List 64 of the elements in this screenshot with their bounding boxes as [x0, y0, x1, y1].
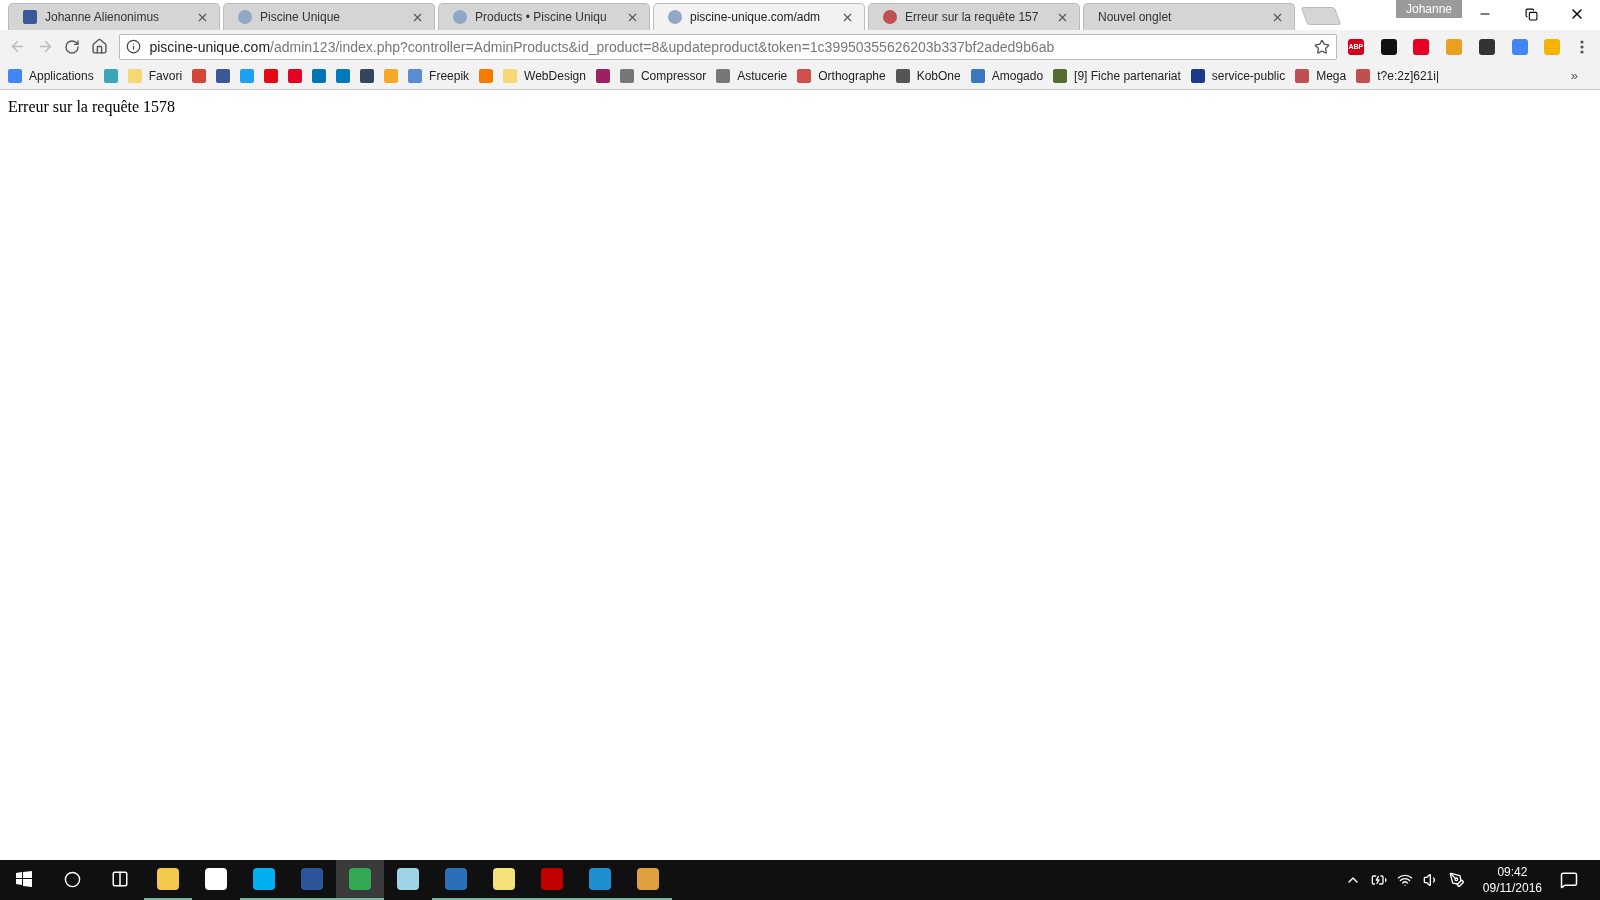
- bookmark[interactable]: [9] Fiche partenariat: [1053, 69, 1181, 83]
- tab-title: Erreur sur la requête 157: [905, 10, 1040, 24]
- tab-title: Johanne Alienonimus: [45, 10, 161, 24]
- bookmark[interactable]: Mega: [1295, 69, 1347, 83]
- bookmark-label: service-public: [1211, 69, 1286, 83]
- bookmark[interactable]: t?e:2z]621i|: [1356, 69, 1440, 83]
- menu-icon: [1580, 39, 1585, 54]
- more-bookmarks-button[interactable]: »: [1570, 68, 1578, 83]
- bookmark[interactable]: Applications: [8, 69, 94, 83]
- bookmark-label: Favori: [148, 69, 183, 83]
- pen-icon[interactable]: [1448, 872, 1465, 888]
- error-message: Erreur sur la requête 1578: [8, 98, 177, 116]
- bookmark[interactable]: Astucerie: [716, 69, 788, 83]
- tab-title: Nouvel onglet: [1098, 10, 1173, 24]
- bookmark-label: t?e:2z]621i|: [1377, 69, 1440, 83]
- bookmark[interactable]: Amogado: [970, 69, 1044, 83]
- wifi-icon[interactable]: [1396, 872, 1413, 888]
- bookmark-icon[interactable]: [288, 69, 303, 83]
- bookmark-label: Mega: [1316, 69, 1347, 83]
- bookmark[interactable]: Orthographe: [797, 69, 886, 83]
- bookmark-icon[interactable]: [264, 69, 279, 83]
- address-bar[interactable]: piscine-unique.com/admin123/index.php?controller=AdminProducts&id_product=8&updateproduct&token=1c39950355626203b337bf2aded9b6ab: [119, 33, 1338, 60]
- bookmark-label: Applications: [29, 69, 94, 83]
- bookmark[interactable]: Favori: [127, 69, 183, 83]
- bookmark-label: Compressor: [640, 69, 707, 83]
- browser-tab[interactable]: piscine-unique.com/adm: [653, 3, 865, 30]
- url-text: piscine-unique.com/admin123/index.php?controller=AdminProducts&id_product=8&updateproduct&token=1c39950355626203b337bf2aded9b6ab: [149, 38, 1056, 55]
- notification-icon[interactable]: [1560, 871, 1578, 889]
- battery-icon[interactable]: [1370, 872, 1387, 888]
- bookmark-icon[interactable]: [360, 69, 375, 83]
- task-view-icon: [111, 870, 129, 888]
- bookmark-icon[interactable]: [595, 69, 610, 83]
- bookmark[interactable]: service-public: [1190, 69, 1286, 83]
- tab-title: piscine-unique.com/adm: [690, 10, 822, 24]
- restore-icon: [1524, 7, 1538, 21]
- star-icon[interactable]: [1314, 38, 1331, 55]
- bookmark[interactable]: Compressor: [619, 69, 707, 83]
- bookmark-icon[interactable]: [336, 69, 351, 83]
- reload-icon: [64, 38, 81, 55]
- browser-tab[interactable]: Nouvel onglet: [1083, 3, 1295, 30]
- bookmark-label: Astucerie: [737, 69, 788, 83]
- bookmark[interactable]: KobOne: [895, 69, 961, 83]
- browser-tab[interactable]: Erreur sur la requête 157: [868, 3, 1080, 30]
- browser-tab[interactable]: Products • Piscine Uniqu: [438, 3, 650, 30]
- tab-title: Piscine Unique: [260, 10, 342, 24]
- info-icon: [126, 39, 142, 54]
- bookmark-icon[interactable]: [192, 69, 207, 83]
- bookmark-label: WebDesign: [524, 69, 586, 83]
- bookmark-label: [9] Fiche partenariat: [1074, 69, 1181, 83]
- browser-tab[interactable]: Piscine Unique: [223, 3, 435, 30]
- browser-tab[interactable]: Johanne Alienonimus: [8, 3, 220, 30]
- circle-icon: [63, 870, 81, 888]
- windows-icon: [16, 871, 32, 887]
- bookmark-label: Orthographe: [818, 69, 886, 83]
- home-icon: [91, 38, 109, 55]
- tab-title: Products • Piscine Uniqu: [475, 10, 608, 24]
- bookmark[interactable]: Freepik: [408, 69, 470, 83]
- bookmark-icon[interactable]: [312, 69, 327, 83]
- bookmark-label: Freepik: [429, 69, 470, 83]
- bookmark[interactable]: WebDesign: [503, 69, 586, 83]
- bookmark-icon[interactable]: [216, 69, 231, 83]
- clock[interactable]: 09:42 09/11/2016: [1474, 864, 1550, 896]
- bookmark-label: KobOne: [916, 69, 961, 83]
- bookmark-label: Amogado: [991, 69, 1044, 83]
